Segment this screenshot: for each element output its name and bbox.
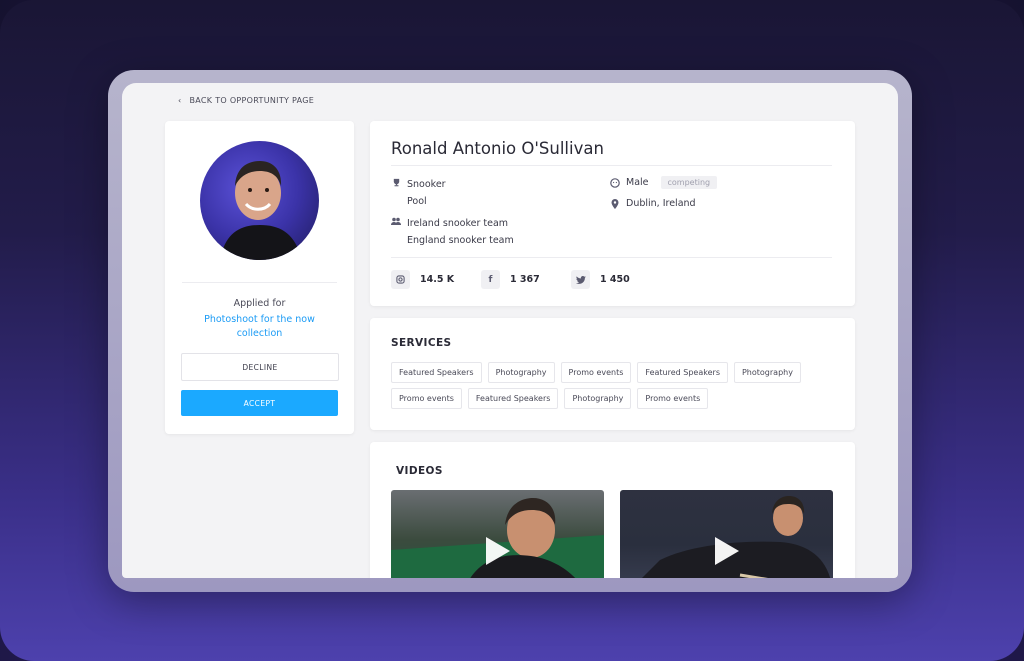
- play-icon: [485, 536, 510, 565]
- twitter-stat[interactable]: 1 450: [571, 270, 630, 289]
- location-value: Dublin, Ireland: [626, 198, 696, 209]
- service-tag[interactable]: Promo events: [560, 362, 632, 383]
- sports-row: Snooker Pool: [391, 176, 446, 210]
- gender-value: Male: [626, 177, 649, 188]
- face-icon: [610, 178, 620, 188]
- video-thumbnail[interactable]: [391, 490, 604, 578]
- service-tag[interactable]: Promo events: [637, 388, 709, 409]
- decline-button[interactable]: DECLINE: [181, 353, 339, 381]
- instagram-count: 14.5 K: [420, 274, 455, 285]
- service-tag[interactable]: Featured Speakers: [637, 362, 728, 383]
- teams-row: Ireland snooker team England snooker tea…: [391, 215, 514, 249]
- applied-for-label: Applied for: [233, 298, 286, 309]
- service-tag[interactable]: Photography: [564, 388, 632, 409]
- team-icon: [391, 216, 401, 226]
- profile-card: Ronald Antonio O'Sullivan Snooker Pool I…: [370, 121, 855, 306]
- team-item: England snooker team: [407, 235, 514, 246]
- twitter-icon: [571, 270, 590, 289]
- service-tag[interactable]: Photography: [487, 362, 555, 383]
- avatar: [200, 141, 319, 260]
- services-card: SERVICES Featured Speakers Photography P…: [370, 318, 855, 430]
- services-tag-list: Featured Speakers Photography Promo even…: [391, 362, 841, 409]
- videos-title: VIDEOS: [396, 465, 443, 477]
- team-item: Ireland snooker team: [407, 218, 509, 229]
- sport-item: Pool: [407, 196, 427, 207]
- instagram-icon: [391, 270, 410, 289]
- location-row: Dublin, Ireland: [610, 198, 696, 209]
- facebook-stat[interactable]: f 1 367: [481, 270, 540, 289]
- service-tag[interactable]: Photography: [733, 362, 801, 383]
- app-screen: ‹ BACK TO OPPORTUNITY PAGE Applied for P…: [122, 83, 898, 578]
- applicant-card: Applied for Photoshoot for the now colle…: [165, 121, 354, 434]
- play-icon: [714, 536, 739, 565]
- services-title: SERVICES: [391, 337, 452, 349]
- accept-button[interactable]: ACCEPT: [181, 390, 338, 416]
- facebook-icon: f: [481, 270, 500, 289]
- instagram-stat[interactable]: 14.5 K: [391, 270, 454, 289]
- gender-row: Male competing: [610, 176, 718, 189]
- video-thumbnail[interactable]: [620, 490, 833, 578]
- service-tag[interactable]: Promo events: [391, 388, 462, 409]
- athlete-name: Ronald Antonio O'Sullivan: [391, 139, 604, 158]
- facebook-count: 1 367: [510, 274, 540, 285]
- opportunity-link[interactable]: Photoshoot for the now collection: [195, 313, 324, 341]
- sport-item: Snooker: [407, 179, 446, 190]
- service-tag[interactable]: Featured Speakers: [391, 362, 482, 383]
- trophy-icon: [391, 177, 401, 187]
- twitter-count: 1 450: [600, 274, 630, 285]
- divider: [182, 282, 337, 283]
- divider: [391, 257, 832, 258]
- divider: [391, 165, 832, 166]
- videos-card: VIDEOS: [370, 442, 855, 578]
- back-to-opportunity-link[interactable]: ‹ BACK TO OPPORTUNITY PAGE: [178, 96, 314, 105]
- location-pin-icon: [610, 199, 620, 209]
- chevron-left-icon: ‹: [178, 96, 182, 105]
- status-badge: competing: [660, 176, 718, 189]
- back-link-label: BACK TO OPPORTUNITY PAGE: [189, 96, 315, 105]
- service-tag[interactable]: Featured Speakers: [467, 388, 559, 409]
